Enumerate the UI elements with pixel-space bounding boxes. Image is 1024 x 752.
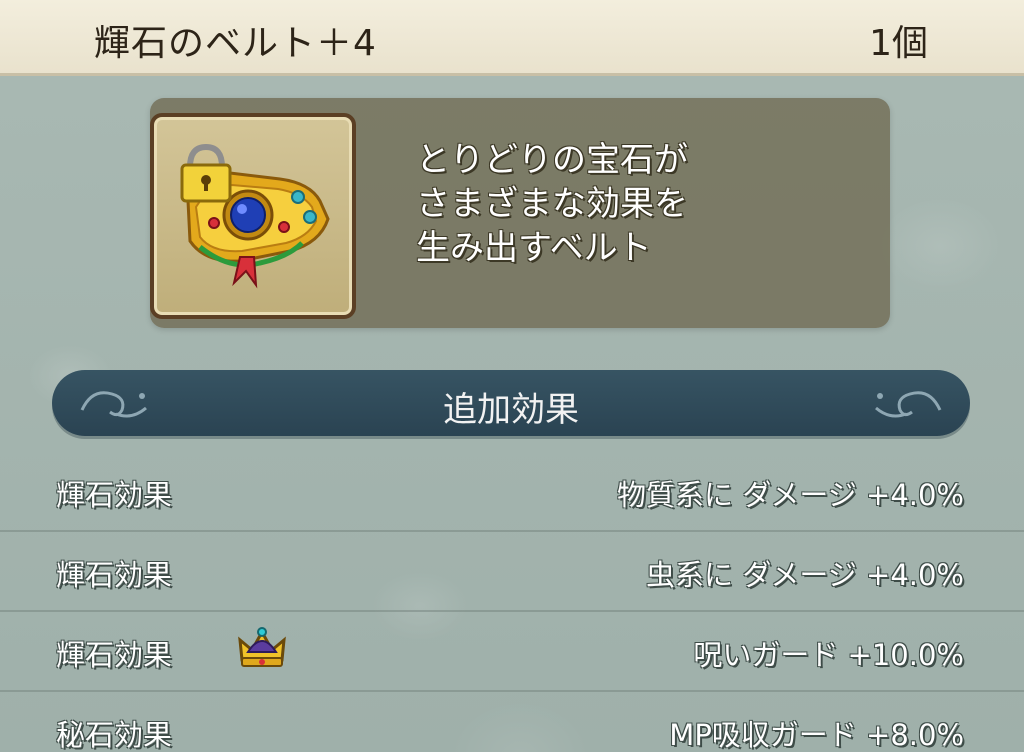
effect-label: 秘石効果 — [56, 718, 173, 752]
item-description: とりどりの宝石が さまざまな効果を 生み出すベルト — [416, 138, 856, 270]
effect-value: 虫系に ダメージ +4.0% — [646, 558, 964, 592]
effect-row: 輝石効果 虫系に ダメージ +4.0% — [0, 532, 1024, 612]
flourish-right-icon — [875, 391, 942, 418]
description-line-1: とりどりの宝石が — [416, 140, 688, 180]
effect-value: 呪いガード +10.0% — [693, 638, 964, 672]
item-name: 輝石のベルト＋4 — [94, 23, 377, 64]
item-header: 輝石のベルト＋4 1個 — [0, 0, 1024, 76]
effect-label: 輝石効果 — [56, 638, 173, 672]
effect-row: 秘石効果 MP吸収ガード +8.0% — [0, 692, 1024, 752]
effect-label: 輝石効果 — [56, 558, 173, 592]
effect-label: 輝石効果 — [56, 478, 173, 512]
item-icon-frame — [150, 113, 356, 319]
effect-row: 輝石効果 物質系に ダメージ +4.0% — [0, 452, 1024, 532]
item-count: 1個 — [869, 23, 928, 64]
lock-icon — [180, 143, 232, 203]
effect-value: MP吸収ガード +8.0% — [669, 718, 964, 752]
jeweled-belt-icon — [180, 143, 330, 289]
crown-icon — [238, 627, 286, 667]
effect-value: 物質系に ダメージ +4.0% — [617, 478, 964, 512]
additional-effects-banner: 追加効果 — [52, 370, 970, 436]
effect-row: 輝石効果 呪いガード +10.0% — [0, 612, 1024, 692]
section-title: 追加効果 — [443, 390, 579, 430]
description-line-3: 生み出すベルト — [416, 228, 652, 268]
description-line-2: さまざまな効果を — [416, 184, 688, 224]
